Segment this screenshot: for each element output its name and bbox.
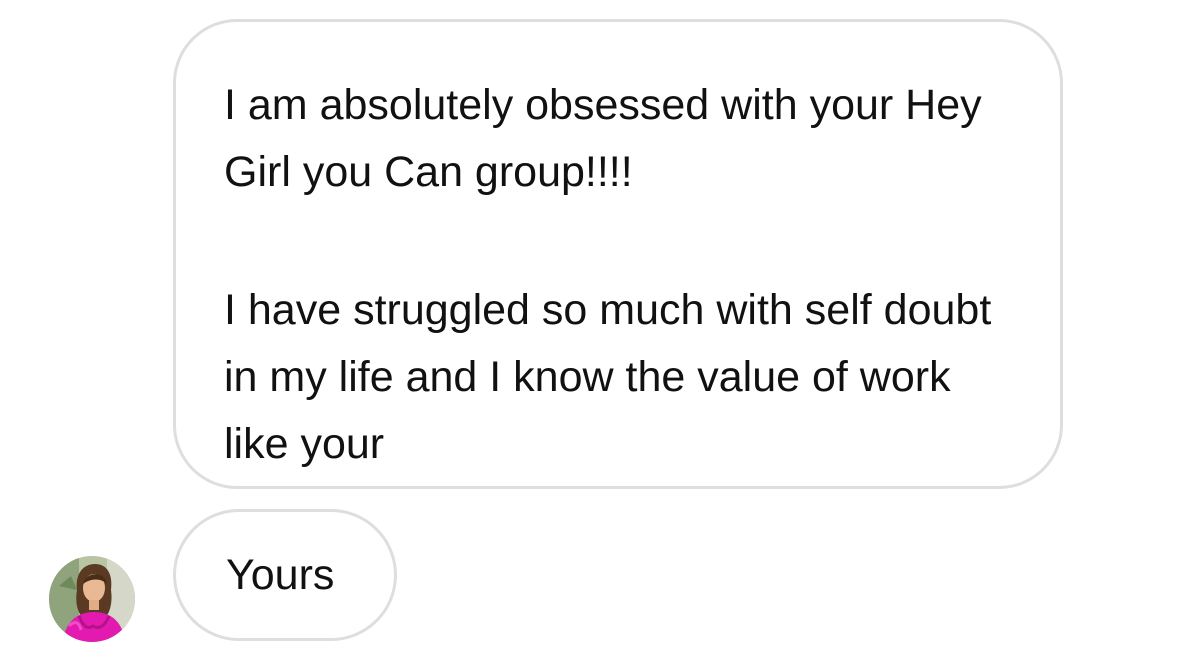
message-bubble[interactable]: I am absolutely obsessed with your Hey G… [173,19,1063,489]
message-text: Yours [226,551,335,599]
message-thread: I am absolutely obsessed with your Hey G… [0,0,1200,664]
profile-photo-icon [49,556,135,642]
message-paragraph: I have struggled so much with self doubt… [224,286,992,468]
avatar[interactable] [49,556,135,642]
message-paragraph: I am absolutely obsessed with your Hey G… [224,81,982,196]
message-bubble[interactable]: Yours [173,509,397,641]
